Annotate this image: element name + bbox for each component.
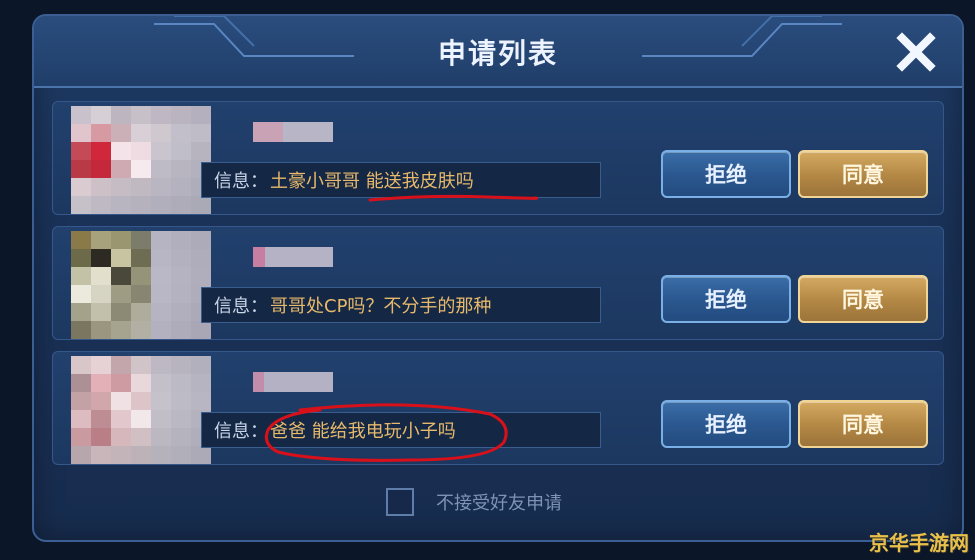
avatar (71, 106, 211, 216)
message-box: 信息： 哥哥处CP吗？不分手的那种 (201, 287, 601, 323)
request-list: 信息： 土豪小哥哥 能送我皮肤吗 拒绝 同意 信息： 哥哥处CP吗？不分手的那种… (52, 101, 944, 476)
message-text: 爸爸 能给我电玩小子吗 (270, 421, 456, 442)
message-box: 信息： 土豪小哥哥 能送我皮肤吗 (201, 162, 601, 198)
request-row: 信息： 哥哥处CP吗？不分手的那种 拒绝 同意 (52, 226, 944, 340)
accept-button[interactable]: 同意 (798, 275, 928, 323)
close-button[interactable] (894, 30, 938, 74)
request-row: 信息： 土豪小哥哥 能送我皮肤吗 拒绝 同意 (52, 101, 944, 215)
message-label: 信息： (214, 421, 268, 442)
dialog-title: 申请列表 (437, 37, 558, 70)
checkbox-label: 不接受好友申请 (436, 493, 562, 514)
footer: 不接受好友申请 (386, 488, 562, 516)
message-label: 信息： (214, 296, 268, 317)
accept-button[interactable]: 同意 (798, 400, 928, 448)
watermark: 京华手游网 (869, 531, 969, 555)
close-icon (896, 32, 936, 72)
accept-button[interactable]: 同意 (798, 150, 928, 198)
name-blur (253, 372, 333, 392)
avatar (71, 231, 211, 341)
message-text: 土豪小哥哥 能送我皮肤吗 (270, 171, 474, 192)
name-blur (253, 247, 333, 267)
reject-requests-checkbox[interactable] (386, 488, 414, 516)
dialog-header: 申请列表 (34, 16, 962, 88)
message-text: 哥哥处CP吗？不分手的那种 (270, 296, 492, 317)
request-list-dialog: 申请列表 信息： 土豪小哥哥 能送我皮肤吗 拒绝 同意 信息： 哥哥处CP吗？不… (32, 14, 964, 542)
reject-button[interactable]: 拒绝 (661, 150, 791, 198)
reject-button[interactable]: 拒绝 (661, 400, 791, 448)
name-blur (253, 122, 333, 142)
request-row: 信息： 爸爸 能给我电玩小子吗 拒绝 同意 (52, 351, 944, 465)
reject-button[interactable]: 拒绝 (661, 275, 791, 323)
message-box: 信息： 爸爸 能给我电玩小子吗 (201, 412, 601, 448)
game-screen: 申请列表 信息： 土豪小哥哥 能送我皮肤吗 拒绝 同意 信息： 哥哥处CP吗？不… (0, 0, 975, 560)
message-label: 信息： (214, 171, 268, 192)
avatar (71, 356, 211, 466)
